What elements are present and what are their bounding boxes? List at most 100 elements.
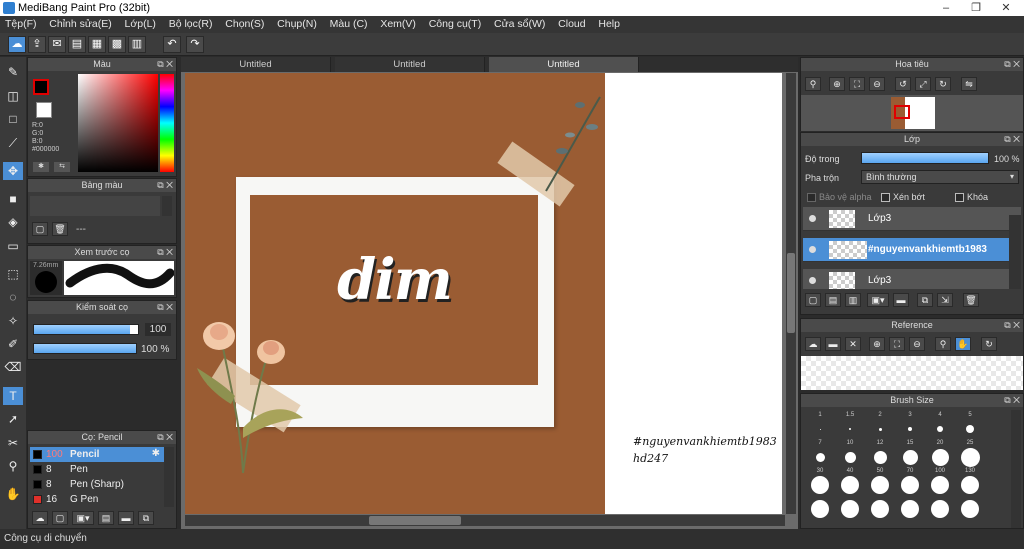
- canvas-vertical-scrollbar[interactable]: [786, 73, 796, 514]
- line-tool-icon[interactable]: ⟋: [3, 134, 23, 152]
- brush-size-cell[interactable]: 15: [895, 440, 925, 466]
- comment-icon[interactable]: ✉: [48, 36, 66, 53]
- cloud-reference-icon[interactable]: ☁: [805, 337, 821, 351]
- new-8bit-layer-icon[interactable]: ▥: [845, 293, 861, 307]
- lock-checkbox[interactable]: Khóa: [955, 192, 988, 203]
- zoom-in-icon[interactable]: ⊕: [869, 337, 885, 351]
- open-reference-icon[interactable]: ▬: [825, 337, 841, 351]
- zoom-actual-icon[interactable]: ⛶: [849, 77, 865, 91]
- brush-folder-icon[interactable]: ▬: [118, 511, 134, 525]
- zoom-actual-icon[interactable]: ⛶: [889, 337, 905, 351]
- panel-buttons-icon[interactable]: ⧉ ✕: [157, 301, 173, 314]
- palette-scrollbar[interactable]: [162, 196, 172, 216]
- brush-tool-icon[interactable]: ✎: [3, 63, 23, 81]
- zoom-out-icon[interactable]: ⊖: [909, 337, 925, 351]
- merge-layer-icon[interactable]: ⇲: [937, 293, 953, 307]
- layer-list-scrollbar[interactable]: [1009, 215, 1021, 289]
- background-color-swatch[interactable]: [36, 102, 52, 118]
- gradient-tool-icon[interactable]: ▭: [3, 237, 23, 255]
- eyedropper-icon[interactable]: ⚲: [935, 337, 951, 351]
- eraser-tool-icon[interactable]: ◫: [3, 87, 23, 105]
- hand-tool-icon[interactable]: ✋: [3, 485, 23, 503]
- divide-tool-icon[interactable]: ✂: [3, 434, 23, 452]
- new-palette-icon[interactable]: ▢: [32, 222, 48, 236]
- close-button[interactable]: ✕: [992, 0, 1020, 16]
- layer-row-selected[interactable]: #nguyenvankhiemtb1983 ✱: [803, 238, 1021, 262]
- brush-size-cell[interactable]: 4: [925, 412, 955, 438]
- canvas-white-area[interactable]: #nguyenvankhiemtb1983 hd247: [605, 73, 782, 514]
- rotate-icon[interactable]: ↻: [981, 337, 997, 351]
- brush-size-cell[interactable]: 1.5: [835, 412, 865, 438]
- menu-cloud[interactable]: Cloud: [553, 16, 590, 33]
- eye-icon[interactable]: [809, 246, 816, 253]
- grid-icon[interactable]: ▩: [108, 36, 126, 53]
- redo-icon[interactable]: ↷: [186, 36, 204, 53]
- brush-size-scrollbar[interactable]: [1011, 410, 1021, 528]
- eyedropper-tool-icon[interactable]: ⚲: [3, 457, 23, 475]
- add-brush-icon[interactable]: ▣▾: [72, 511, 94, 525]
- brush-item[interactable]: 8 Pen (Sharp): [30, 477, 164, 492]
- hand-icon[interactable]: ✋: [955, 337, 971, 351]
- brush-size-slider[interactable]: [33, 324, 139, 335]
- hue-slider[interactable]: [160, 74, 174, 172]
- delete-palette-icon[interactable]: 🗑: [52, 222, 68, 236]
- brush-size-value[interactable]: 100: [145, 323, 171, 336]
- layer-row[interactable]: Lớp3: [803, 207, 1021, 231]
- menu-help[interactable]: Help: [593, 16, 625, 33]
- zoom-fit-icon[interactable]: ⚲: [805, 77, 821, 91]
- rotate-left-icon[interactable]: ↺: [895, 77, 911, 91]
- brush-size-cell[interactable]: 70: [895, 468, 925, 494]
- move-tool-icon[interactable]: ✥: [3, 162, 23, 180]
- panel-buttons-icon[interactable]: ⧉ ✕: [157, 179, 173, 192]
- eye-icon[interactable]: [809, 277, 816, 284]
- lasso-tool-icon[interactable]: ◌: [3, 288, 23, 306]
- brush-size-cell[interactable]: 3: [895, 412, 925, 438]
- brush-size-cell[interactable]: 20: [925, 440, 955, 466]
- brush-size-cell[interactable]: [835, 496, 865, 522]
- brush-item[interactable]: 8 Pen: [30, 462, 164, 477]
- tab-untitled-3[interactable]: Untitled: [489, 57, 639, 72]
- layer-blend-select[interactable]: Bình thường ▾: [861, 170, 1019, 184]
- menu-edit[interactable]: Chỉnh sửa(E): [44, 16, 116, 33]
- cloud-brush-icon[interactable]: ☁: [32, 511, 48, 525]
- close-reference-icon[interactable]: ✕: [845, 337, 861, 351]
- menu-color[interactable]: Màu (C): [325, 16, 373, 33]
- flip-icon[interactable]: ⇋: [961, 77, 977, 91]
- add-layer-menu-icon[interactable]: ▣▾: [867, 293, 889, 307]
- panel-buttons-icon[interactable]: ⧉ ✕: [1004, 58, 1020, 71]
- menu-tools[interactable]: Công cụ(T): [424, 16, 487, 33]
- menu-snap[interactable]: Chụp(N): [272, 16, 322, 33]
- navigator-viewport[interactable]: [894, 105, 910, 119]
- brush-size-cell[interactable]: 12: [865, 440, 895, 466]
- brush-size-cell[interactable]: [955, 496, 985, 522]
- brush-item[interactable]: 16 G Pen: [30, 492, 164, 507]
- menu-window[interactable]: Cửa sổ(W): [489, 16, 550, 33]
- magic-wand-tool-icon[interactable]: ✧: [3, 312, 23, 330]
- brush-size-cell[interactable]: 100: [925, 468, 955, 494]
- panel-buttons-icon[interactable]: ⧉ ✕: [157, 58, 173, 71]
- menu-select[interactable]: Chọn(S): [220, 16, 269, 33]
- menu-layer[interactable]: Lớp(L): [120, 16, 161, 33]
- brush-size-cell[interactable]: 7: [805, 440, 835, 466]
- panel-buttons-icon[interactable]: ⧉ ✕: [1004, 394, 1020, 407]
- gear-icon[interactable]: ✱: [152, 448, 160, 459]
- fill-rect-tool-icon[interactable]: ■: [3, 190, 23, 208]
- clip-checkbox[interactable]: Xén bớt: [881, 192, 925, 203]
- brush-size-cell[interactable]: [895, 496, 925, 522]
- zoom-in-icon[interactable]: ⊕: [829, 77, 845, 91]
- tab-untitled-1[interactable]: Untitled: [181, 57, 331, 72]
- delete-layer-icon[interactable]: 🗑: [963, 293, 979, 307]
- layer-folder-icon[interactable]: ▬: [893, 293, 909, 307]
- scroll-thumb[interactable]: [787, 253, 795, 333]
- brush-list-scrollbar[interactable]: [164, 447, 174, 507]
- color-swap-icon[interactable]: ⇆: [54, 162, 70, 172]
- layer-row[interactable]: Lớp3: [803, 269, 1021, 289]
- new-brush-icon[interactable]: ▢: [52, 511, 68, 525]
- layer-opacity-slider[interactable]: [861, 152, 989, 164]
- brush-size-cell[interactable]: 30: [805, 468, 835, 494]
- brush-size-cell[interactable]: [925, 496, 955, 522]
- duplicate-layer-icon[interactable]: ⧉: [917, 293, 933, 307]
- panel-buttons-icon[interactable]: ⧉ ✕: [1004, 133, 1020, 146]
- page-icon[interactable]: ▦: [88, 36, 106, 53]
- brush-item[interactable]: 100 Pencil ✱: [30, 447, 164, 462]
